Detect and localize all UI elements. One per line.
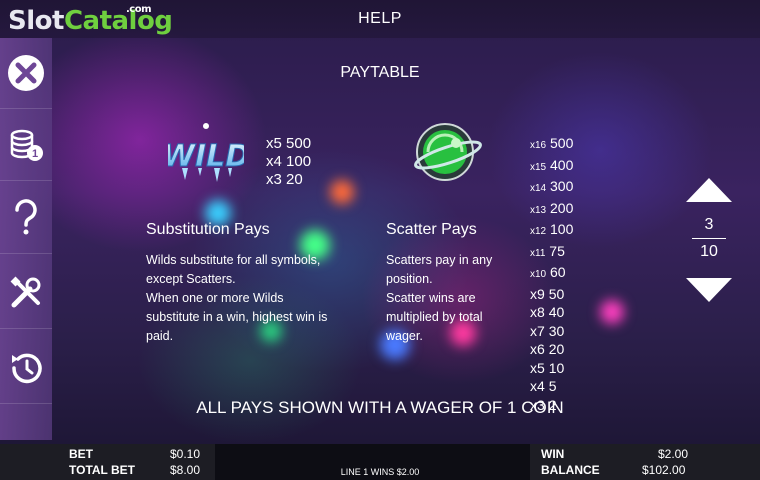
scatter-pay-multiplier: x8 — [530, 304, 545, 320]
scatter-pays-body: Scatters pay in any position. Scatter wi… — [386, 253, 493, 343]
wild-pay-row: x4 100 — [266, 153, 312, 170]
scatter-pay-row: x12 100 — [530, 220, 573, 242]
page-divider — [692, 238, 726, 239]
scatter-pay-row: x7 30 — [530, 322, 573, 341]
scatter-pay-multiplier: x15 — [530, 161, 547, 173]
wild-pays: x5 500 x4 100 x3 20 — [266, 135, 311, 189]
scatter-pay-multiplier: x13 — [530, 204, 547, 216]
substitution-pays-title: Substitution Pays — [146, 221, 270, 238]
scatter-pay-row: x11 75 — [530, 242, 573, 264]
scatter-pay-multiplier: x11 — [530, 247, 546, 259]
page-title: HELP — [358, 10, 402, 27]
scatter-pay-multiplier: x5 — [530, 359, 545, 376]
scatter-pay-multiplier: x12 — [530, 226, 547, 237]
scatter-pay-multiplier: x6 — [530, 341, 545, 357]
scatter-pay-row: x14 300 — [530, 177, 573, 199]
balance-value: $102.00 — [642, 463, 686, 477]
wild-pay-row: x3 20 — [266, 171, 303, 188]
scatter-pay-value: 75 — [549, 242, 565, 259]
scatter-pay-value: 500 — [550, 135, 574, 151]
bg-bokeh — [330, 180, 354, 204]
win-value: $2.00 — [658, 447, 689, 461]
scatter-pay-multiplier: x10 — [530, 269, 547, 280]
history-icon — [12, 353, 42, 384]
svg-text:1: 1 — [32, 148, 38, 160]
bg-bokeh — [600, 300, 624, 324]
settings-button[interactable] — [0, 258, 52, 329]
scatter-pay-row: x16 500 — [530, 134, 573, 156]
history-button[interactable] — [0, 333, 52, 404]
bet-label: BET — [69, 447, 93, 461]
question-icon — [15, 199, 37, 235]
footer-note: ALL PAYS SHOWN WITH A WAGER OF 1 COIN — [196, 398, 564, 417]
wild-pay-row: x5 500 — [266, 135, 312, 152]
help-button[interactable] — [0, 183, 52, 254]
scatter-pay-row: x6 20 — [530, 340, 573, 359]
scatter-pay-row: x8 40 — [530, 303, 573, 322]
paytable-title: PAYTABLE — [340, 64, 420, 81]
scatter-pay-value: 200 — [550, 199, 574, 216]
next-page-button[interactable] — [686, 278, 732, 302]
previous-page-button[interactable] — [686, 178, 732, 202]
page-total: 10 — [700, 243, 718, 260]
scatter-pay-value: 30 — [548, 322, 565, 339]
coins-icon: 1 — [10, 129, 43, 161]
scatter-pay-multiplier: x4 — [530, 378, 545, 394]
scatter-pay-multiplier: x16 — [530, 140, 547, 151]
scatter-pay-value: 400 — [550, 156, 574, 173]
scatter-pay-row: x13 200 — [530, 199, 573, 221]
wild-symbol-icon: WILD — [168, 123, 244, 182]
scatter-pay-value: 40 — [548, 304, 565, 320]
scatter-pay-row: x5 10 — [530, 359, 573, 378]
scatter-symbol-icon — [414, 123, 482, 181]
scatter-pay-multiplier: x14 — [530, 183, 547, 194]
bet-value: $0.10 — [170, 447, 201, 461]
scatter-pay-value: 300 — [550, 178, 574, 194]
scatter-pay-row: x4 5 — [530, 377, 573, 396]
scatter-pays: x16 500 x15 400 x14 300 x13 200 x12 100 x11 7… — [530, 134, 573, 414]
win-label: WIN — [541, 447, 565, 461]
sidebar: 1 — [0, 38, 52, 440]
scatter-pay-value: 10 — [548, 359, 565, 376]
scatter-pay-multiplier: x9 — [530, 285, 545, 302]
scatter-pay-value: 60 — [550, 264, 566, 280]
scatter-pay-row: x15 400 — [530, 156, 573, 178]
coins-button[interactable]: 1 — [0, 110, 52, 181]
scatter-pay-value: 5 — [548, 378, 557, 394]
svg-text:WILD: WILD — [168, 139, 244, 174]
scatter-pay-value: 20 — [548, 341, 565, 357]
balance-label: BALANCE — [541, 463, 600, 477]
scatter-pay-multiplier: x7 — [530, 322, 545, 339]
settings-icon — [10, 276, 41, 308]
page-current: 3 — [704, 216, 714, 233]
substitution-pays-body: Wilds substitute for all symbols, except… — [146, 253, 328, 343]
scatter-pays-title: Scatter Pays — [386, 221, 477, 238]
scatter-pay-row: x10 60 — [530, 263, 573, 285]
scatter-pay-row: x9 50 — [530, 285, 573, 304]
scatter-pay-value: 100 — [550, 221, 574, 237]
scatter-pay-value: 50 — [548, 285, 565, 302]
